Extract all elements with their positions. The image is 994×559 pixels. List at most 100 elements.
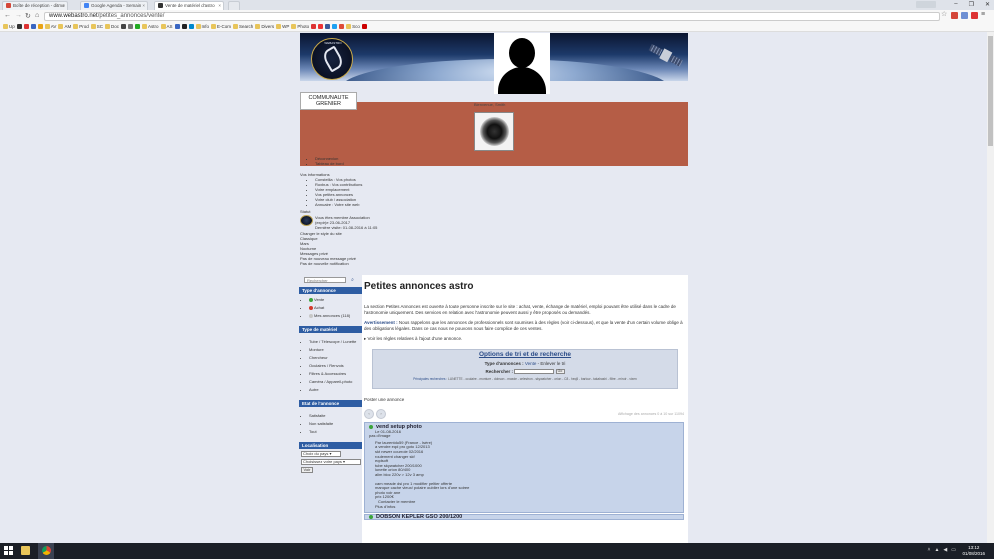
browser-tab-calendar[interactable]: Google Agenda - Semain × bbox=[80, 1, 148, 10]
minimize-icon[interactable]: – bbox=[954, 1, 957, 8]
clock[interactable]: 13:12 01/08/2016 bbox=[962, 545, 985, 557]
webastro-logo[interactable]: WEBASTRO bbox=[311, 38, 353, 80]
user-avatar[interactable] bbox=[494, 33, 550, 94]
prev-page-button[interactable]: ‹ bbox=[364, 409, 374, 419]
close-window-icon[interactable]: ✕ bbox=[985, 1, 990, 8]
bookmark-site[interactable] bbox=[361, 24, 367, 29]
extension-icon[interactable] bbox=[971, 12, 978, 19]
bookmark-folder[interactable]: SC bbox=[90, 24, 103, 29]
bookmark-site[interactable] bbox=[37, 24, 43, 29]
materiel-option[interactable]: Caméra / Appareil-photo bbox=[309, 379, 362, 384]
voir-button[interactable]: Voir bbox=[301, 467, 313, 473]
bookmark-folder[interactable]: Prod bbox=[73, 24, 89, 29]
post-ad-link[interactable]: Poster une annonce bbox=[364, 397, 686, 402]
dashboard-link[interactable]: Tableau de bord bbox=[315, 161, 344, 166]
region-select[interactable]: Choisissez votre pays ▾ bbox=[301, 459, 361, 465]
close-tab-icon[interactable]: × bbox=[218, 3, 221, 8]
materiel-option[interactable]: Oculaires / Renvois bbox=[309, 363, 362, 368]
bookmark-folder[interactable]: WP bbox=[276, 24, 289, 29]
next-page-button[interactable]: › bbox=[376, 409, 386, 419]
sidebar-search-input[interactable] bbox=[304, 277, 346, 283]
chrome-icon[interactable] bbox=[42, 546, 51, 555]
country-select[interactable]: Choix du pays ▾ bbox=[301, 451, 341, 457]
bookmark-site[interactable] bbox=[127, 24, 133, 29]
etat-option[interactable]: Tout bbox=[309, 429, 362, 434]
bookmark-site[interactable] bbox=[23, 24, 29, 29]
materiel-option[interactable]: Filtres & Accessoires bbox=[309, 371, 362, 376]
chevron-up-icon[interactable]: ˄ bbox=[928, 547, 931, 553]
bookmark-site[interactable] bbox=[339, 24, 345, 29]
telescope-photo[interactable] bbox=[474, 112, 514, 151]
bookmark-folder[interactable]: Doc bbox=[104, 24, 119, 29]
close-tab-icon[interactable]: × bbox=[62, 3, 65, 8]
materiel-option[interactable]: Chercheur bbox=[309, 355, 362, 360]
bookmark-site[interactable] bbox=[134, 24, 140, 29]
go-button[interactable]: Go bbox=[555, 369, 565, 375]
bookmark-folder[interactable]: Up bbox=[3, 24, 15, 29]
bookmark-site[interactable] bbox=[188, 24, 194, 29]
bookmark-folder[interactable]: Divers bbox=[255, 24, 274, 29]
bookmark-site[interactable] bbox=[16, 24, 22, 29]
forward-arrow-icon[interactable]: → bbox=[15, 12, 22, 19]
bookmark-site[interactable] bbox=[181, 24, 187, 29]
filter-achat[interactable]: Achat bbox=[309, 305, 362, 310]
ad-search-input[interactable] bbox=[514, 369, 555, 375]
search-icon[interactable]: ⌕ bbox=[349, 277, 356, 283]
back-arrow-icon[interactable]: ← bbox=[4, 12, 11, 19]
grenier-badge[interactable]: COMMUNAUTE GRENIER bbox=[300, 92, 357, 110]
etat-option[interactable]: Non satisfaite bbox=[309, 421, 362, 426]
file-explorer-icon[interactable] bbox=[21, 546, 30, 555]
bookmark-site[interactable] bbox=[174, 24, 180, 29]
network-icon[interactable]: ▲ bbox=[934, 547, 939, 553]
volume-icon[interactable]: ◀ bbox=[943, 547, 947, 553]
maximize-icon[interactable]: ❐ bbox=[969, 1, 974, 8]
sort-search-title[interactable]: Options de tri et de recherche bbox=[373, 351, 677, 358]
page-scrollbar[interactable] bbox=[987, 32, 994, 543]
address-bar[interactable]: www.webastro.net/petites_annonces/vente/ bbox=[44, 12, 940, 21]
browser-tab-gmail[interactable]: Boîte de réception - ditmo × bbox=[2, 1, 68, 10]
ad-card[interactable]: DOBSON KEPLER GSO 200/1200 bbox=[364, 514, 684, 521]
browser-tab-webastro[interactable]: Vente de matériel d'astro × bbox=[154, 1, 224, 10]
filter-mes-annonces[interactable]: Mes annonces (118) bbox=[309, 313, 362, 318]
scrollbar-thumb[interactable] bbox=[988, 36, 993, 146]
bookmark-site[interactable] bbox=[332, 24, 338, 29]
bookmark-folder[interactable]: Astro bbox=[141, 24, 159, 29]
bookmark-folder[interactable]: Photo bbox=[291, 24, 309, 29]
bookmark-folder[interactable]: Sco bbox=[346, 24, 360, 29]
bookmark-site[interactable] bbox=[311, 24, 317, 29]
bookmark-folder[interactable]: Search bbox=[233, 24, 253, 29]
new-tab-button[interactable] bbox=[228, 1, 240, 10]
close-tab-icon[interactable]: × bbox=[142, 3, 145, 8]
ad-card[interactable]: vend setup photo Le 01-08-2016 pas d'ima… bbox=[364, 422, 684, 514]
bookmark-folder[interactable]: E-Com bbox=[211, 24, 231, 29]
rules-link[interactable]: ▸ Voir les règles relatives à l'ajout d'… bbox=[364, 336, 686, 342]
extension-icon[interactable] bbox=[961, 12, 968, 19]
bookmark-site[interactable] bbox=[318, 24, 324, 29]
materiel-option[interactable]: Tube / Télescope / Lunette bbox=[309, 339, 362, 344]
etat-option[interactable]: Satisfaite bbox=[309, 413, 362, 418]
star-icon[interactable]: ☆ bbox=[941, 11, 948, 19]
remove-sort-link[interactable]: - Enlever le tri bbox=[538, 361, 566, 366]
bookmark-folder[interactable]: AM bbox=[58, 24, 71, 29]
materiel-option[interactable]: Autre bbox=[309, 387, 362, 392]
more-info-link[interactable]: Plus d'infos bbox=[375, 504, 680, 510]
windows-start-icon[interactable] bbox=[4, 546, 13, 555]
quick-search-terms[interactable]: LUNETTE - oculaire - monture - dobson - … bbox=[448, 377, 637, 381]
type-filter-value[interactable]: Vente bbox=[525, 361, 537, 366]
bookmark-folder[interactable]: Info bbox=[195, 24, 209, 29]
home-icon[interactable]: ⌂ bbox=[35, 12, 39, 19]
ad-title[interactable]: DOBSON KEPLER GSO 200/1200 bbox=[369, 515, 680, 520]
bookmark-site[interactable] bbox=[30, 24, 36, 29]
reload-icon[interactable]: ↻ bbox=[25, 12, 31, 20]
bookmark-folder[interactable]: AV bbox=[44, 24, 56, 29]
bookmark-site[interactable] bbox=[120, 24, 126, 29]
profile-chip[interactable] bbox=[916, 1, 936, 8]
bookmark-folder[interactable]: AS bbox=[160, 24, 173, 29]
battery-icon[interactable]: ▭ bbox=[951, 547, 956, 553]
materiel-option[interactable]: Monture bbox=[309, 347, 362, 352]
info-link[interactable]: Annuaire : Votre site web bbox=[315, 202, 377, 207]
bookmark-site[interactable] bbox=[325, 24, 331, 29]
filter-vente[interactable]: Vente bbox=[309, 297, 362, 302]
menu-icon[interactable]: ≡ bbox=[981, 11, 988, 19]
gmail-extension-icon[interactable] bbox=[951, 12, 958, 19]
